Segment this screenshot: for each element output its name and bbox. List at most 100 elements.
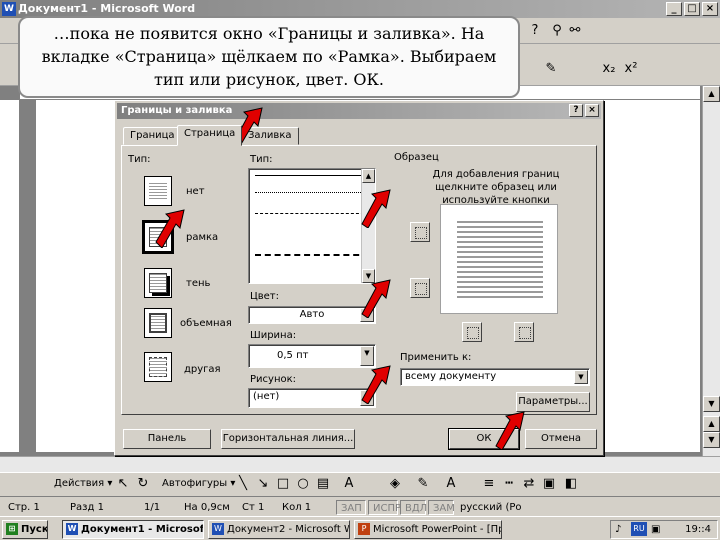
setting-box-icon[interactable]: [142, 220, 174, 254]
3d-icon[interactable]: ◧: [562, 475, 580, 493]
line-color-icon[interactable]: ✎: [414, 475, 432, 493]
width-select[interactable]: 0,5 пт ▼: [248, 344, 376, 368]
line-style-icon[interactable]: ≡: [480, 475, 498, 493]
setting-box-label[interactable]: рамка: [186, 232, 218, 243]
tab-borders[interactable]: Граница: [123, 127, 182, 145]
wordart-icon[interactable]: A: [340, 475, 358, 493]
preview-box[interactable]: [440, 204, 558, 314]
art-value: (нет): [253, 391, 280, 402]
chevron-down-icon[interactable]: ▼: [360, 346, 374, 366]
dialog-close-button[interactable]: ×: [585, 104, 599, 117]
setting-3d-label[interactable]: объемная: [180, 318, 232, 329]
pencil-icon[interactable]: ✎: [542, 60, 560, 78]
scroll-down-icon[interactable]: ▼: [703, 396, 720, 412]
setting-custom-label[interactable]: другая: [184, 364, 221, 375]
status-ovr[interactable]: ЗАМ: [428, 500, 455, 515]
borders-shading-dialog: Границы и заливка ? × Граница Страница З…: [114, 100, 604, 456]
scroll-up-icon[interactable]: ▲: [703, 86, 720, 102]
right-border-button[interactable]: [514, 322, 534, 342]
line-icon[interactable]: ╲: [234, 475, 252, 493]
rotate-icon[interactable]: ↻: [134, 475, 152, 493]
style-list[interactable]: ▲ ▼: [248, 168, 376, 284]
arrow-style-icon[interactable]: ⇄: [520, 475, 538, 493]
status-ext[interactable]: ВДЛ: [400, 500, 427, 515]
apply-to-select[interactable]: всему документу ▼: [400, 368, 590, 386]
word-icon: W: [212, 523, 224, 535]
art-select[interactable]: (нет) ▼: [248, 388, 376, 408]
autoshapes-menu[interactable]: Автофигуры ▾: [162, 478, 235, 489]
binoculars-icon[interactable]: ⚯: [566, 22, 584, 40]
toolbar-button[interactable]: Панель: [123, 429, 211, 449]
scroll-up-icon[interactable]: ▲: [362, 169, 375, 183]
taskbar: ⊞ Пуск W Документ1 - Microsof... W Докум…: [0, 516, 720, 540]
textbox-icon[interactable]: ▤: [314, 475, 332, 493]
tab-page-border[interactable]: Страница: [177, 125, 243, 146]
chevron-down-icon[interactable]: ▼: [360, 308, 374, 322]
font-color-icon[interactable]: A: [442, 475, 460, 493]
style-solid-line[interactable]: [255, 175, 369, 176]
style-dashed-line[interactable]: [255, 213, 369, 214]
style-dotted-line[interactable]: [255, 192, 369, 193]
horizontal-line-button[interactable]: Горизонтальная линия...: [221, 429, 355, 449]
arrow-icon[interactable]: ↘: [254, 475, 272, 493]
shadow-icon[interactable]: ▣: [540, 475, 558, 493]
setting-shadow-label[interactable]: тень: [186, 278, 210, 289]
task-powerpoint[interactable]: P Microsoft PowerPoint - [Пре...: [354, 520, 502, 539]
dash-style-icon[interactable]: ┅: [500, 475, 518, 493]
maximize-button[interactable]: □: [684, 2, 700, 16]
chevron-down-icon[interactable]: ▼: [360, 390, 374, 406]
word-app-icon: W: [2, 2, 16, 16]
setting-shadow-icon[interactable]: [144, 268, 172, 298]
windows-logo-icon: ⊞: [6, 523, 18, 535]
select-arrow-icon[interactable]: ↖: [114, 475, 132, 493]
setting-none-icon[interactable]: [144, 176, 172, 206]
left-border-button[interactable]: [462, 322, 482, 342]
top-border-button[interactable]: [410, 222, 430, 242]
dialog-help-button[interactable]: ?: [569, 104, 583, 117]
minimize-button[interactable]: _: [666, 2, 682, 16]
style-label: Тип:: [250, 154, 273, 165]
status-trk[interactable]: ИСПР: [368, 500, 401, 515]
style-dashdot-line[interactable]: [255, 254, 369, 256]
actions-menu[interactable]: Действия ▾: [54, 478, 112, 489]
find-icon[interactable]: ⚲: [548, 22, 566, 40]
horizontal-scrollbar[interactable]: [0, 456, 720, 472]
ok-button[interactable]: ОК: [448, 428, 520, 450]
setting-custom-icon[interactable]: [144, 352, 172, 382]
oval-icon[interactable]: ○: [294, 475, 312, 493]
preview-hint: Для добавления границ щелкните образец и…: [432, 169, 560, 206]
setting-none-label[interactable]: нет: [186, 186, 205, 197]
start-button[interactable]: ⊞ Пуск: [2, 520, 48, 539]
tab-panel: Тип: нет рамка тень объемная другая Тип:…: [121, 145, 597, 415]
tab-shading[interactable]: Заливка: [241, 127, 299, 145]
task-powerpoint-label: Microsoft PowerPoint - [Пре...: [373, 524, 501, 535]
setting-3d-icon[interactable]: [144, 308, 172, 338]
bottom-border-button[interactable]: [410, 278, 430, 298]
apply-to-label: Применить к:: [400, 352, 472, 363]
superscript-icon[interactable]: x²: [622, 60, 640, 78]
scroll-down-icon[interactable]: ▼: [362, 269, 375, 283]
speaker-icon[interactable]: ♪: [615, 521, 621, 538]
style-list-scrollbar[interactable]: ▲ ▼: [361, 169, 375, 283]
close-button[interactable]: ×: [702, 2, 718, 16]
preview-text-sample: [457, 219, 543, 301]
status-rec[interactable]: ЗАП: [336, 500, 366, 515]
powerpoint-icon: P: [358, 523, 370, 535]
task-document2[interactable]: W Документ2 - Microsoft Word: [208, 520, 350, 539]
chevron-down-icon[interactable]: ▼: [574, 370, 588, 384]
task-document1[interactable]: W Документ1 - Microsof...: [62, 520, 204, 539]
help-icon[interactable]: ?: [526, 22, 544, 40]
subscript-icon[interactable]: x₂: [600, 60, 618, 78]
color-label: Цвет:: [250, 291, 280, 302]
instruction-callout: …пока не появится окно «Границы и заливк…: [18, 16, 520, 98]
next-page-icon[interactable]: ▼: [703, 432, 720, 448]
network-icon[interactable]: ▣: [651, 521, 660, 538]
cancel-button[interactable]: Отмена: [525, 429, 597, 449]
options-button[interactable]: Параметры...: [516, 392, 590, 412]
prev-page-icon[interactable]: ▲: [703, 416, 720, 432]
language-indicator[interactable]: RU: [631, 522, 647, 536]
vertical-scrollbar[interactable]: ▲ ▼ ▲ ▼: [702, 86, 720, 456]
rectangle-icon[interactable]: □: [274, 475, 292, 493]
fill-color-icon[interactable]: ◈: [386, 475, 404, 493]
color-select[interactable]: Авто ▼: [248, 306, 376, 324]
